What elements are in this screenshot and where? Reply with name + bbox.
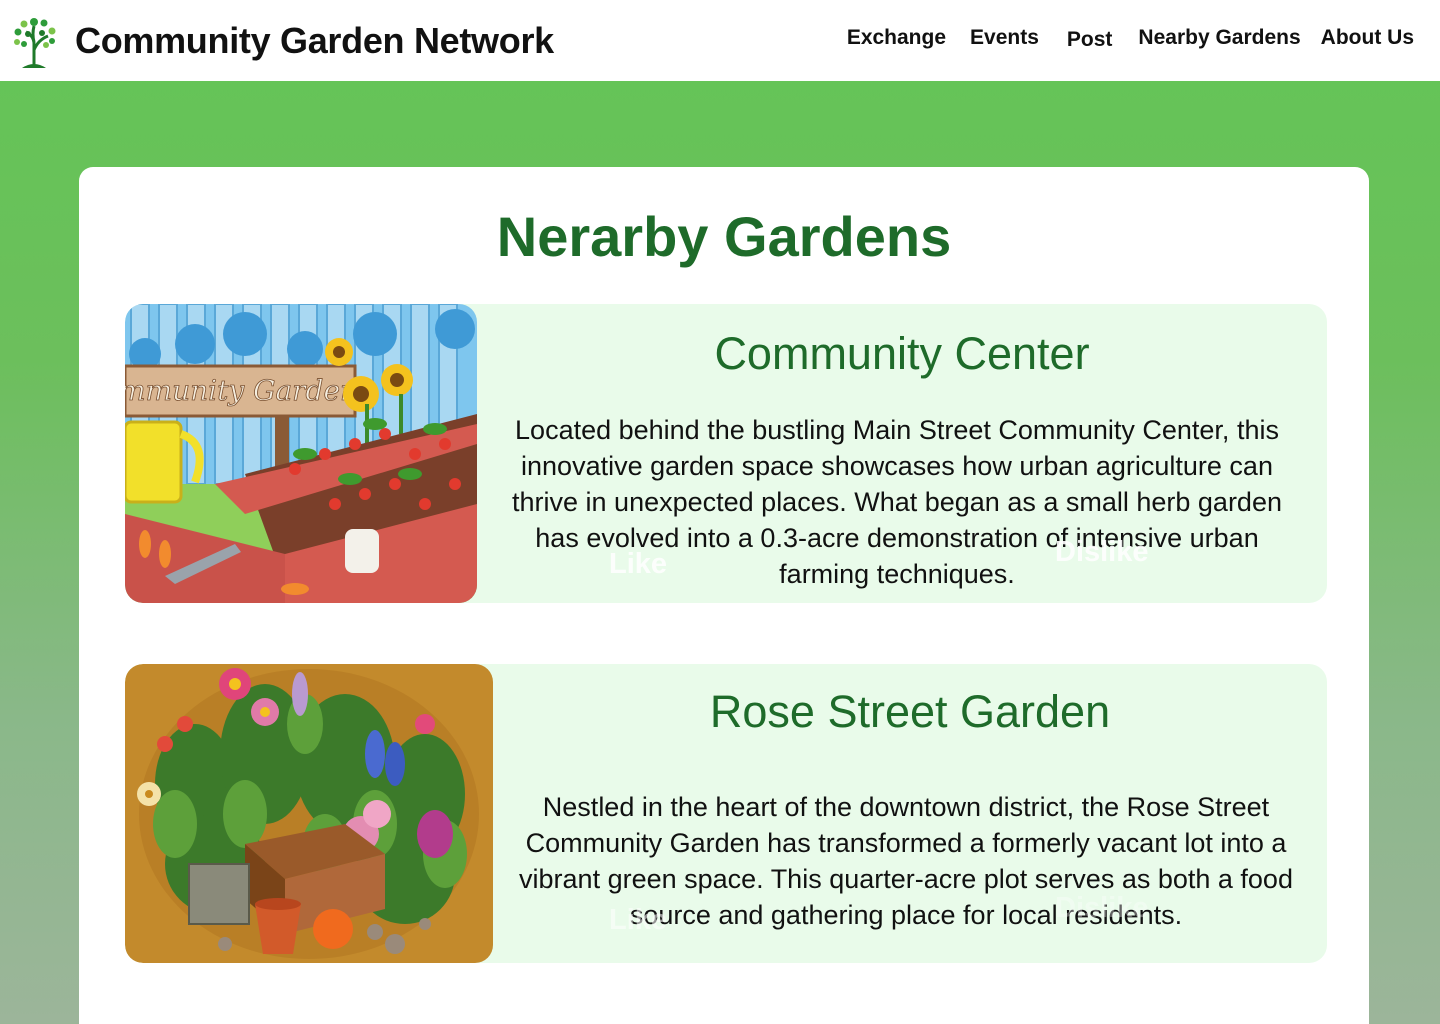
nav-exchange[interactable]: Exchange [847, 26, 946, 52]
main-nav: Exchange Events Post Nearby Gardens Abou… [847, 26, 1414, 52]
nav-events[interactable]: Events [970, 26, 1039, 52]
tree-logo-icon[interactable] [12, 14, 58, 68]
dislike-button[interactable]: Dislike [1055, 892, 1149, 925]
garden-image-community-center: mmunity Garden [125, 304, 477, 603]
garden-card: Rose Street Garden Nestled in the heart … [125, 664, 1327, 963]
nav-nearby-gardens[interactable]: Nearby Gardens [1138, 26, 1300, 52]
dislike-button[interactable]: Dislike [1055, 536, 1149, 569]
top-navbar: Community Garden Network Exchange Events… [0, 0, 1440, 81]
garden-name: Rose Street Garden [709, 686, 1111, 737]
page-title: Nerarby Gardens [496, 205, 952, 268]
like-button[interactable]: Like [609, 904, 667, 937]
garden-card: mmunity Garden Community Center Located … [125, 304, 1327, 603]
garden-image-rose-street [125, 664, 493, 963]
nav-about-us[interactable]: About Us [1321, 26, 1414, 52]
site-title[interactable]: Community Garden Network [75, 20, 554, 62]
content-panel: Nerarby Gardens mmunity Garden Community… [79, 167, 1369, 1024]
nav-post[interactable]: Post [1067, 28, 1113, 52]
svg-text:mmunity Garden: mmunity Garden [125, 374, 358, 407]
garden-name: Community Center [714, 328, 1090, 379]
like-button[interactable]: Like [609, 548, 667, 581]
